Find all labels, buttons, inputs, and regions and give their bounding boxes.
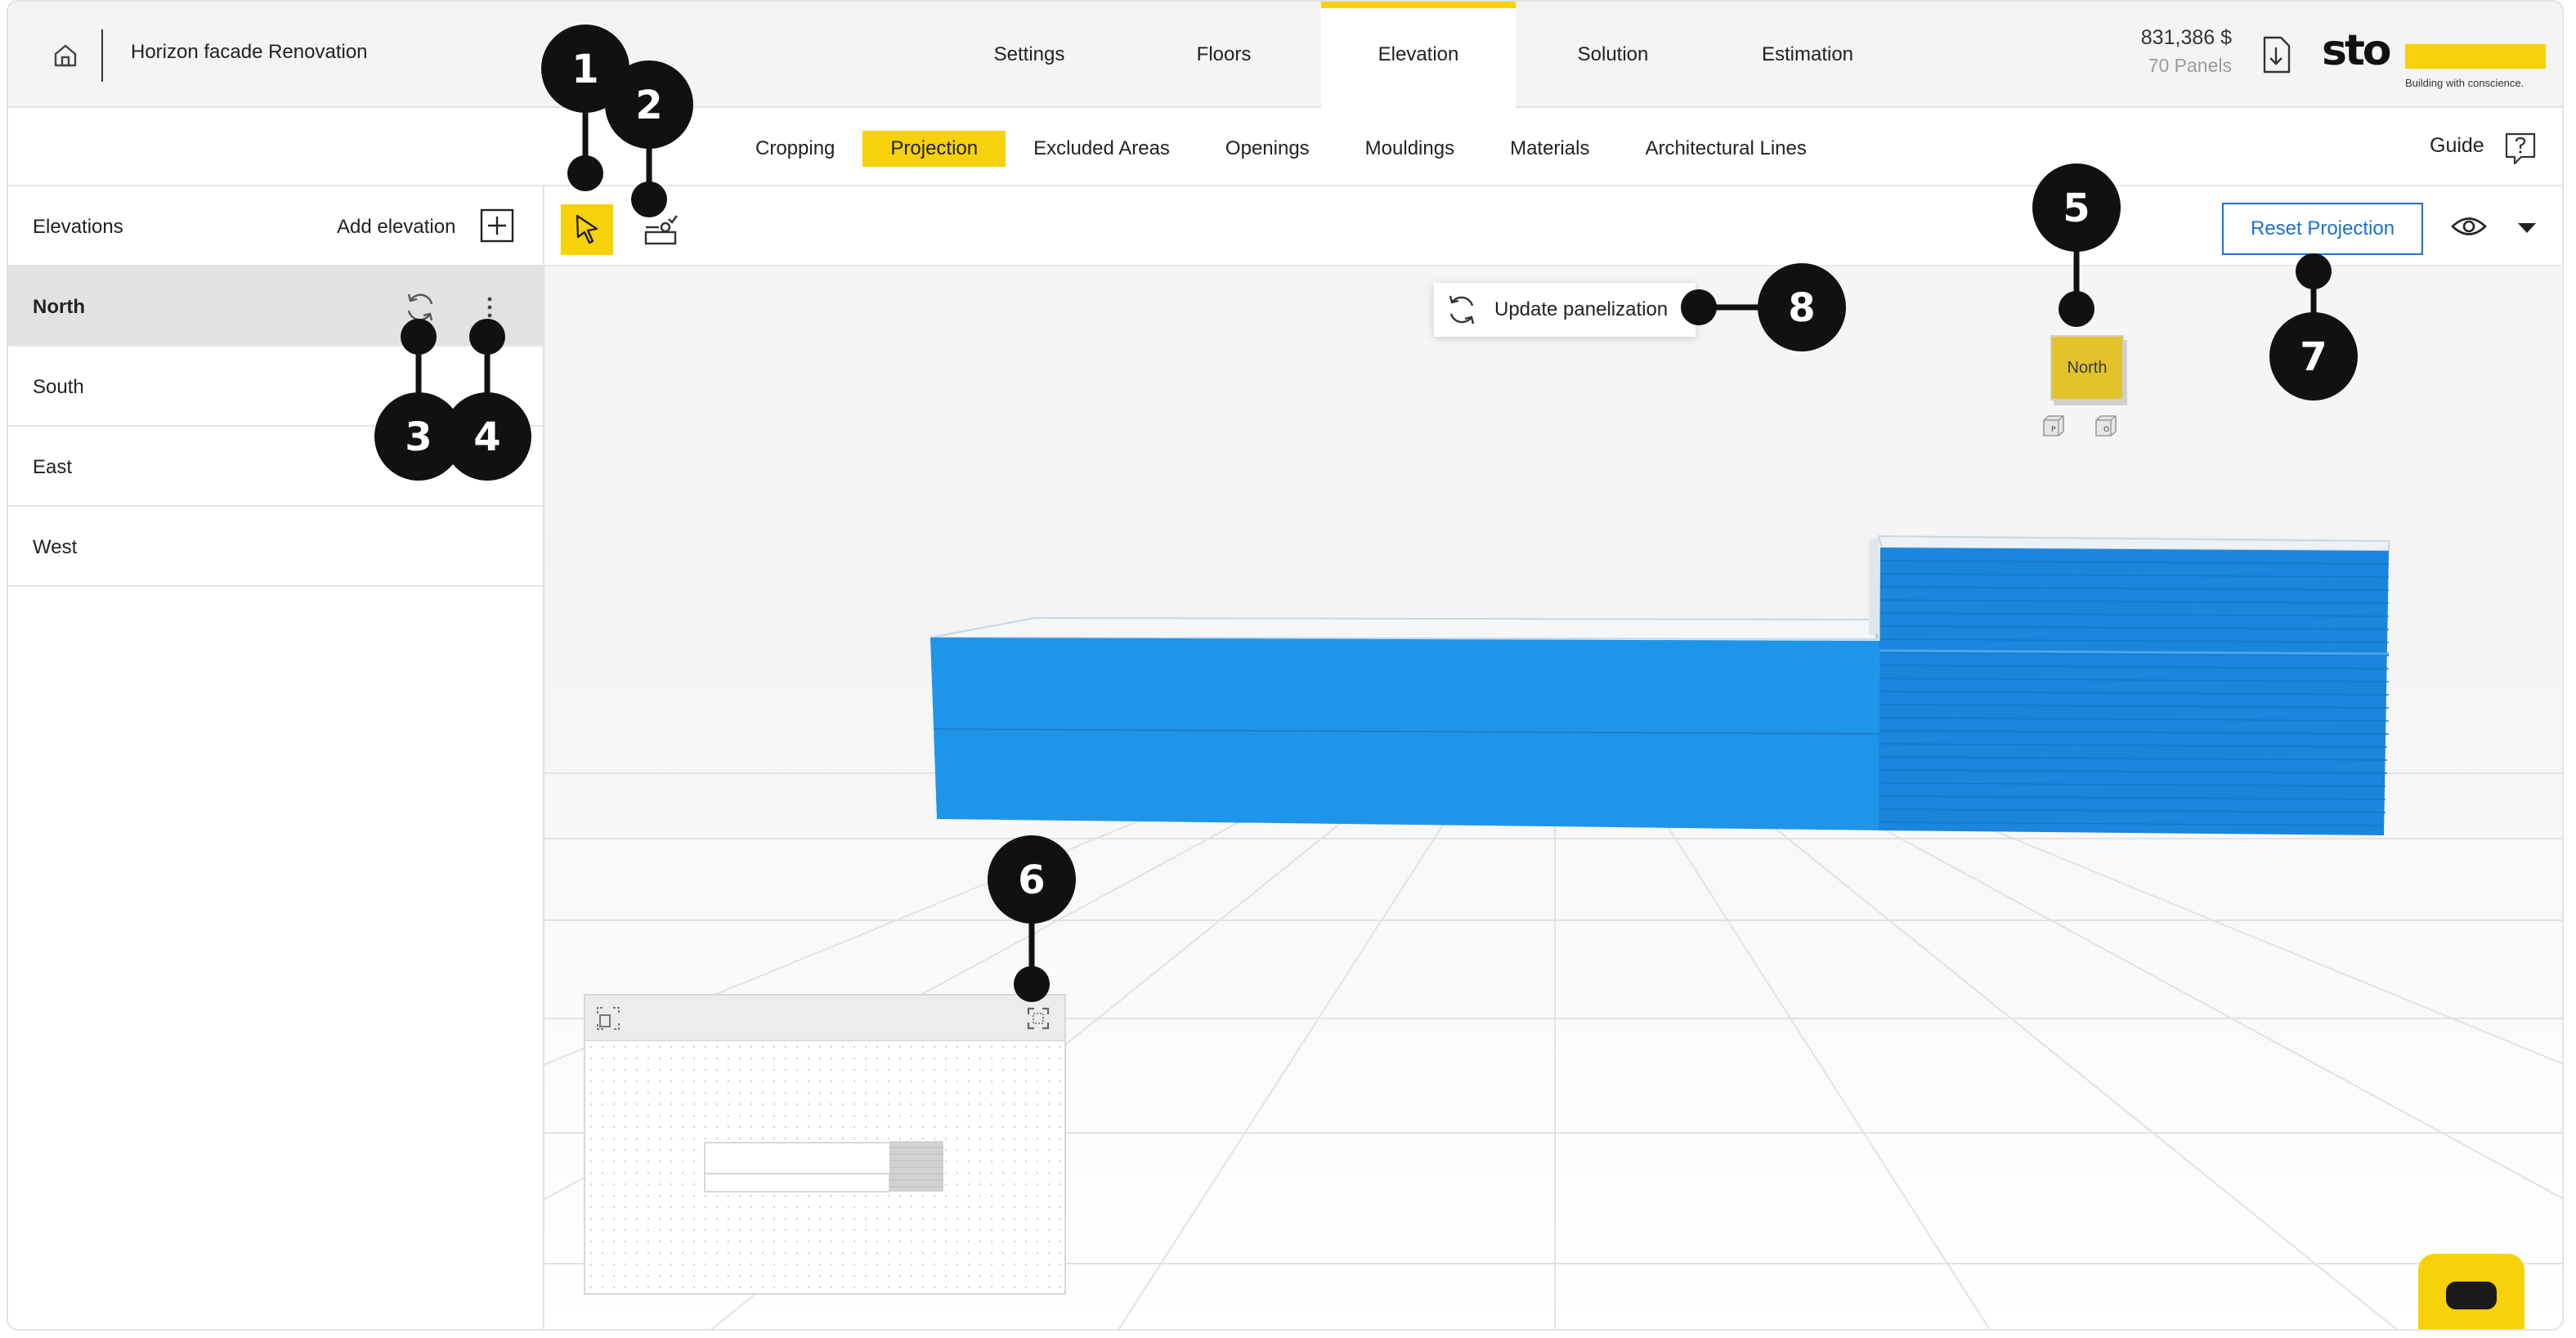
elevation-name: East	[33, 456, 73, 478]
cube-preset-icon[interactable]: O	[2093, 414, 2119, 438]
tab-elevation[interactable]: Elevation	[1321, 2, 1516, 108]
panel-count: 70 Panels	[2148, 55, 2232, 76]
expand-icon[interactable]	[1025, 1005, 1051, 1031]
cube-preset-label: P	[2051, 426, 2056, 434]
download-icon[interactable]	[2258, 34, 2294, 75]
logo-bar	[2405, 44, 2546, 69]
elevation-name: West	[33, 536, 78, 558]
minimap-building	[704, 1141, 943, 1193]
elevations-title: Elevations	[33, 216, 123, 238]
total-price: 831,386 $	[2140, 26, 2232, 49]
app-window: Horizon facade Renovation Settings Floor…	[7, 0, 2564, 1331]
caret-down-icon[interactable]	[2515, 216, 2539, 239]
tab-floors[interactable]: Floors	[1127, 2, 1321, 108]
cube-preset-label: O	[2103, 426, 2109, 434]
elevation-name: South	[33, 376, 84, 398]
subtab-openings[interactable]: Openings	[1198, 131, 1337, 167]
elevation-item-south[interactable]: South	[8, 347, 543, 427]
navigation-cube[interactable]: North	[2045, 324, 2135, 414]
fit-view-icon[interactable]	[595, 1005, 621, 1031]
minimap-header	[585, 996, 1064, 1041]
elevation-item-north[interactable]: North	[8, 266, 543, 347]
viewport-toolbar: Reset Projection	[544, 186, 2562, 266]
subtab-mouldings[interactable]: Mouldings	[1337, 131, 1482, 167]
sub-tab-bar: Cropping Projection Excluded Areas Openi…	[8, 108, 2562, 186]
cursor-arrow-icon[interactable]	[561, 204, 613, 255]
main-tabs: Settings Floors Elevation Solution Estim…	[932, 2, 1905, 108]
logo-tagline: Building with conscience.	[2405, 77, 2524, 89]
subtab-projection[interactable]: Projection	[862, 131, 1006, 167]
elevation-item-west[interactable]: West	[8, 507, 543, 587]
top-header: Horizon facade Renovation Settings Floor…	[8, 2, 2562, 108]
refresh-icon[interactable]	[402, 291, 438, 324]
home-icon[interactable]	[49, 39, 82, 72]
cube-preset-icon[interactable]: P	[2041, 414, 2067, 438]
sto-logo: sto Building with conscience.	[2322, 26, 2551, 95]
elevation-list: North South East West	[8, 266, 543, 587]
sub-tabs: Cropping Projection Excluded Areas Openi…	[728, 131, 1835, 167]
plus-icon[interactable]	[479, 208, 515, 244]
help-icon[interactable]	[2503, 131, 2538, 165]
subtab-excluded-areas[interactable]: Excluded Areas	[1006, 131, 1198, 167]
subtab-materials[interactable]: Materials	[1482, 131, 1617, 167]
elevation-item-east[interactable]: East	[8, 427, 543, 507]
tab-solution[interactable]: Solution	[1516, 2, 1710, 108]
project-title: Horizon facade Renovation	[131, 41, 368, 63]
guide-label[interactable]: Guide	[2430, 134, 2484, 158]
tab-settings[interactable]: Settings	[932, 2, 1127, 108]
minimap-canvas[interactable]	[585, 1041, 1064, 1295]
3d-viewport[interactable]: Update panelization North P O	[544, 266, 2562, 1329]
refresh-icon	[1445, 293, 1478, 326]
price-summary: 831,386 $ 70 Panels	[2068, 26, 2232, 77]
reset-projection-button[interactable]: Reset Projection	[2222, 203, 2423, 255]
header-divider	[101, 29, 103, 82]
minimap[interactable]	[584, 994, 1066, 1295]
subtab-architectural-lines[interactable]: Architectural Lines	[1617, 131, 1834, 167]
add-elevation-label[interactable]: Add elevation	[337, 216, 455, 239]
elevations-panel: Elevations Add elevation North South Eas…	[8, 186, 544, 1329]
more-vertical-icon[interactable]	[477, 291, 502, 324]
logo-wordmark: sto	[2322, 26, 2392, 75]
subtab-cropping[interactable]: Cropping	[728, 131, 862, 167]
chat-icon	[2446, 1282, 2497, 1309]
update-panelization-label: Update panelization	[1494, 298, 1669, 320]
elevation-name: North	[33, 296, 85, 318]
update-panelization-button[interactable]: Update panelization	[1434, 283, 1696, 337]
projection-tool-icon[interactable]	[634, 204, 687, 255]
elevations-header: Elevations Add elevation	[8, 186, 543, 266]
tab-estimation[interactable]: Estimation	[1710, 2, 1905, 108]
cube-face-north[interactable]: North	[2050, 335, 2124, 401]
chat-button[interactable]	[2418, 1254, 2524, 1329]
eye-icon[interactable]	[2449, 213, 2489, 240]
